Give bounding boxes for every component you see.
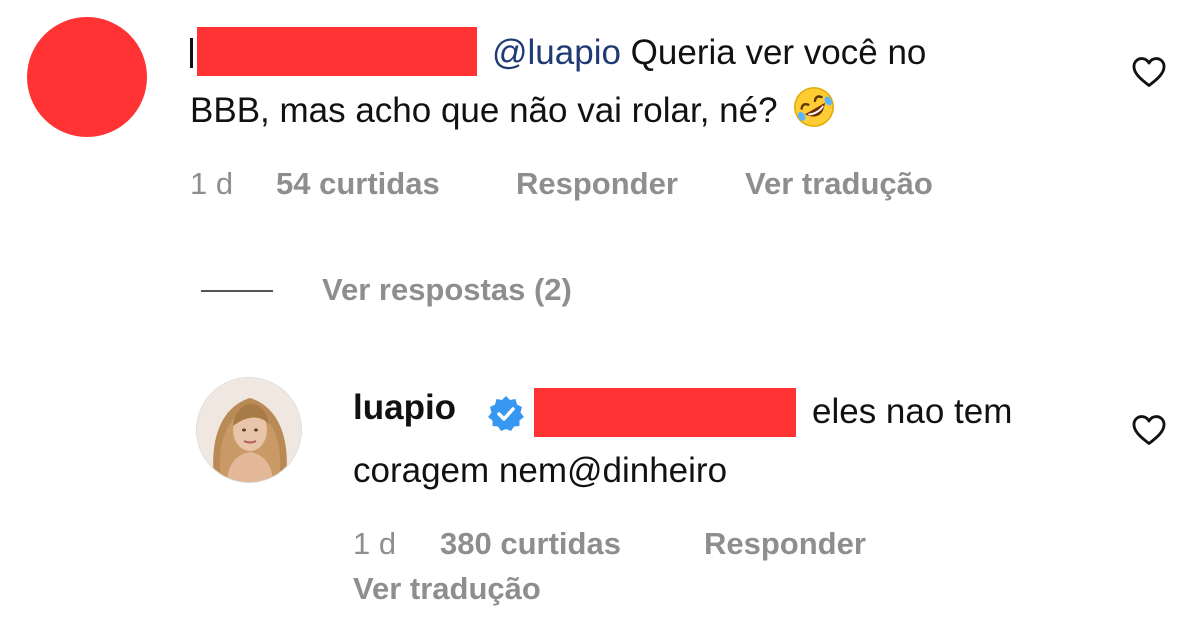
see-translation-button[interactable]: Ver tradução [353, 571, 541, 607]
username-link[interactable]: luapio [353, 388, 456, 428]
redacted-avatar[interactable] [27, 17, 147, 137]
rolling-on-floor-laughing-emoji-icon [794, 87, 835, 127]
reply-button[interactable]: Responder [516, 166, 678, 202]
comment-text-part: Queria ver você no [620, 33, 927, 72]
view-replies-button[interactable]: Ver respostas (2) [322, 272, 572, 308]
like-heart-icon[interactable] [1130, 53, 1168, 91]
reply-time: 1 d [353, 526, 397, 561]
comment-text-line2: BBB, mas acho que não vai rolar, né? [190, 82, 837, 140]
reply-text-line1: eles nao tem [812, 392, 1013, 431]
see-translation-button[interactable]: Ver tradução [745, 166, 933, 202]
comment-text-line1: @luapio Queria ver você no [492, 24, 926, 82]
comment-time: 1 d [190, 166, 234, 201]
redacted-username [197, 27, 477, 76]
reply-button[interactable]: Responder [704, 526, 866, 562]
replies-divider-line [201, 290, 273, 292]
comment-text-part: BBB, mas acho que não vai rolar, né? [190, 91, 778, 130]
reply-text-line2: coragem nem@dinheiro [353, 451, 728, 490]
avatar[interactable] [196, 377, 302, 483]
like-heart-icon[interactable] [1130, 411, 1168, 449]
profile-photo [197, 378, 301, 482]
verified-badge-icon [488, 396, 524, 431]
mention-link[interactable]: @luapio [492, 33, 621, 72]
text-cursor [190, 38, 193, 68]
comment-likes[interactable]: 54 curtidas [276, 166, 440, 202]
reply-likes[interactable]: 380 curtidas [440, 526, 621, 562]
redacted-mention [534, 388, 796, 437]
